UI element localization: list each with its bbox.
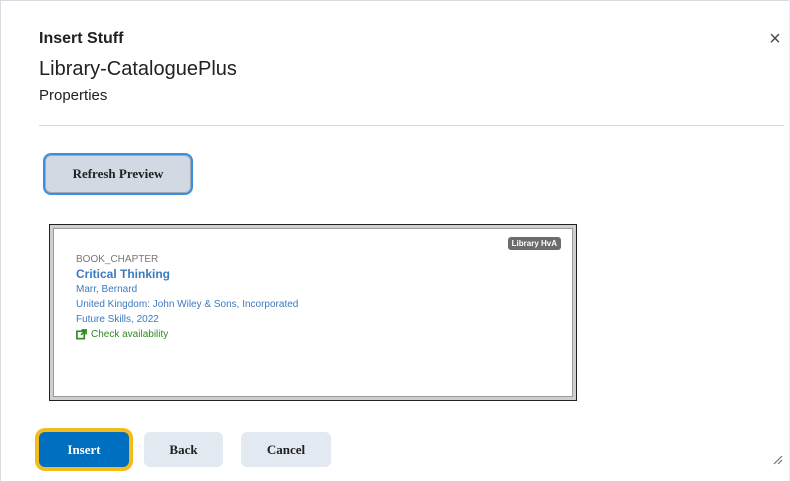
insert-stuff-dialog: Insert Stuff × Library-CataloguePlus Pro…: [0, 0, 789, 481]
record-publisher: United Kingdom: John Wiley & Sons, Incor…: [76, 299, 299, 310]
external-link-icon: [76, 329, 87, 340]
resize-handle-icon[interactable]: [771, 453, 783, 465]
insert-button[interactable]: Insert: [39, 432, 129, 467]
header-divider: [39, 125, 784, 126]
check-availability-link[interactable]: Check availability: [76, 327, 298, 342]
close-icon: ×: [769, 28, 781, 50]
close-button[interactable]: ×: [766, 28, 784, 50]
record-series: Future Skills, 2022: [76, 314, 159, 325]
preview-frame: Library HvA BOOK_CHAPTER Critical Thinki…: [49, 224, 577, 401]
record-author: Marr, Bernard: [76, 284, 138, 295]
catalogue-record: BOOK_CHAPTER Critical Thinking Marr, Ber…: [76, 252, 298, 342]
dialog-title: Insert Stuff: [39, 30, 124, 47]
record-type: BOOK_CHAPTER: [76, 254, 159, 265]
page-subtitle: Properties: [39, 87, 108, 104]
library-badge: Library HvA: [507, 237, 561, 250]
preview-panel: Library HvA BOOK_CHAPTER Critical Thinki…: [53, 228, 573, 397]
back-button[interactable]: Back: [144, 432, 223, 467]
cancel-button[interactable]: Cancel: [241, 432, 331, 467]
check-availability-label: Check availability: [91, 329, 169, 340]
page-title: Library-CataloguePlus: [39, 58, 237, 80]
refresh-preview-button[interactable]: Refresh Preview: [45, 155, 191, 193]
record-title-link[interactable]: Critical Thinking: [76, 267, 298, 282]
